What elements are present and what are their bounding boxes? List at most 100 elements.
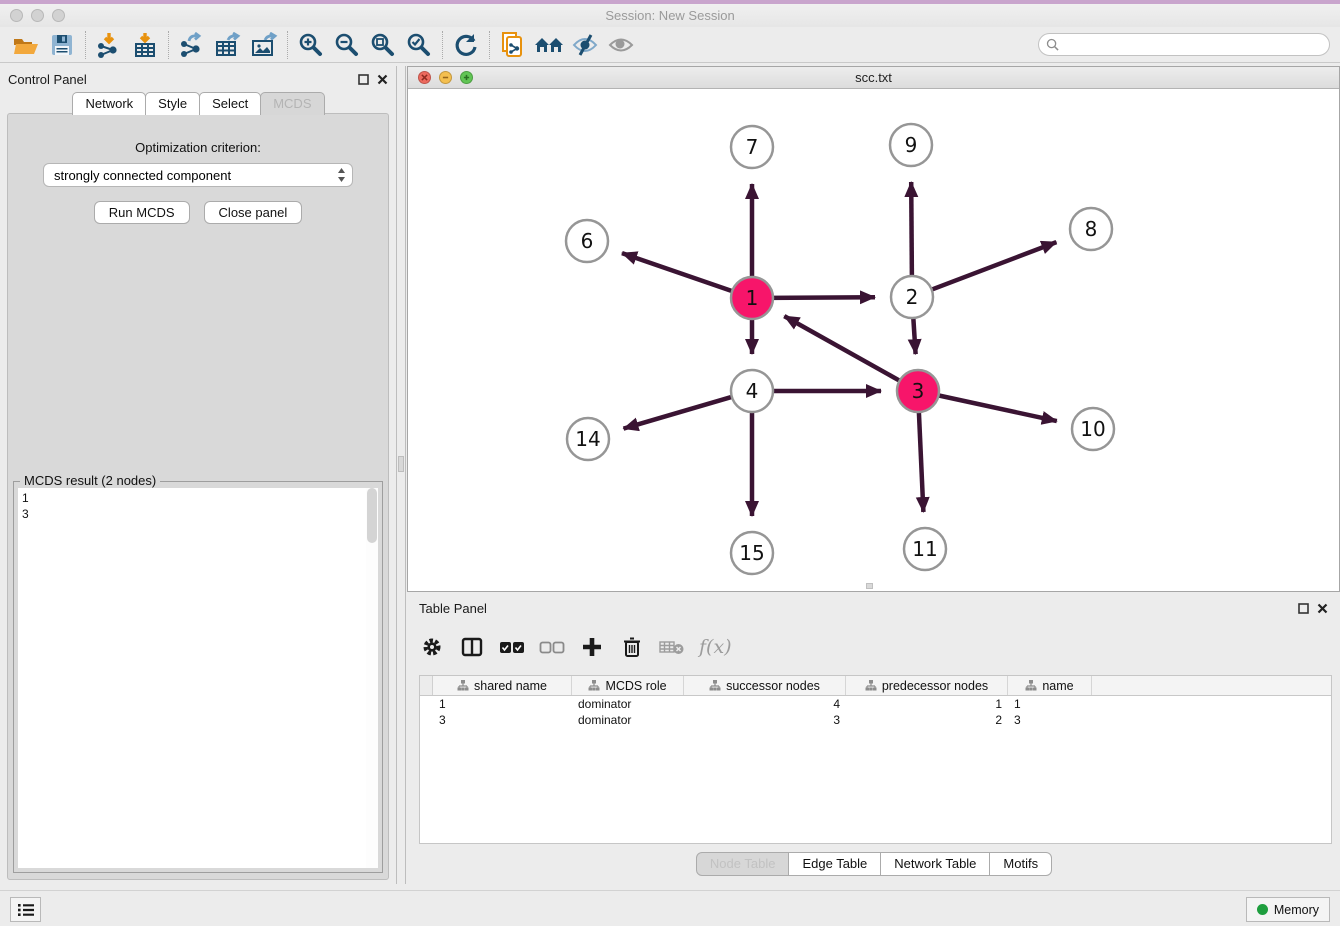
table-cell[interactable]: 3 (1008, 712, 1092, 728)
column-header-name[interactable]: name (1008, 676, 1092, 695)
tab-style[interactable]: Style (145, 92, 200, 115)
zoom-fit-button[interactable] (365, 29, 401, 61)
graph-edge-3-1[interactable] (784, 316, 901, 382)
tab-network[interactable]: Network (72, 92, 146, 115)
home-networks-button[interactable] (531, 29, 567, 61)
graph-edge-1-2[interactable] (771, 297, 875, 298)
show-graphics-details-button[interactable] (603, 29, 639, 61)
table-row[interactable]: 3dominator323 (420, 712, 1331, 728)
tab-select[interactable]: Select (199, 92, 261, 115)
splitter-grip[interactable] (398, 456, 404, 472)
export-image-button[interactable] (246, 29, 282, 61)
delete-column-button[interactable] (619, 634, 645, 660)
graph-node-3[interactable]: 3 (897, 370, 939, 412)
graph-node-7[interactable]: 7 (731, 126, 773, 168)
zoom-out-button[interactable] (329, 29, 365, 61)
tab-node-table[interactable]: Node Table (696, 852, 790, 876)
export-network-button[interactable] (174, 29, 210, 61)
table-panel: Table Panel (407, 595, 1340, 884)
table-cell[interactable]: 3 (433, 712, 572, 728)
import-table-button[interactable] (127, 29, 163, 61)
graph-edge-2-8[interactable] (930, 242, 1057, 290)
run-mcds-button[interactable]: Run MCDS (94, 201, 190, 224)
import-network-button[interactable] (91, 29, 127, 61)
tab-motifs[interactable]: Motifs (989, 852, 1052, 876)
graph-node-1[interactable]: 1 (731, 277, 773, 319)
mcds-result-scrollbar[interactable] (366, 488, 378, 868)
search-input[interactable] (1063, 38, 1329, 52)
tab-mcds[interactable]: MCDS (260, 92, 324, 115)
graph-node-15[interactable]: 15 (731, 532, 773, 574)
network-canvas[interactable]: 1 2 3 4 6 7 8 9 10 11 14 15 (408, 89, 1339, 591)
tab-network-table[interactable]: Network Table (880, 852, 990, 876)
home-houses-icon (533, 33, 565, 57)
network-graph: 1 2 3 4 6 7 8 9 10 11 14 15 (408, 89, 1339, 592)
refresh-network-button[interactable] (448, 29, 484, 61)
scrollbar-thumb[interactable] (367, 488, 377, 543)
graph-edge-2-9[interactable] (911, 182, 912, 278)
optimization-criterion-select[interactable]: strongly connected component (43, 163, 353, 187)
new-network-from-selection-button[interactable] (495, 29, 531, 61)
graph-edge-3-10[interactable] (937, 395, 1057, 421)
function-builder-button[interactable]: f(x) (699, 634, 732, 660)
float-panel-icon[interactable] (358, 74, 369, 85)
column-header-shared-name[interactable]: shared name (433, 676, 572, 695)
task-history-button[interactable] (10, 897, 41, 922)
column-header-MCDS-role[interactable]: MCDS role (572, 676, 684, 695)
table-cell[interactable]: 3 (684, 712, 846, 728)
mcds-result-fieldset: MCDS result (2 nodes) 1 3 (13, 481, 383, 873)
toolbar-separator (442, 31, 443, 59)
tab-edge-table[interactable]: Edge Table (788, 852, 881, 876)
panel-splitter[interactable] (396, 66, 406, 884)
svg-text:11: 11 (912, 537, 937, 561)
zoom-in-button[interactable] (293, 29, 329, 61)
network-window-titlebar[interactable]: scc.txt (408, 67, 1339, 89)
table-cell[interactable]: dominator (572, 696, 684, 712)
unchecked-checkboxes-icon (539, 641, 565, 654)
close-panel-icon[interactable] (377, 74, 388, 85)
hide-graphics-details-button[interactable] (567, 29, 603, 61)
add-column-button[interactable] (579, 634, 605, 660)
table-row[interactable]: 1dominator411 (420, 696, 1331, 712)
graph-node-11[interactable]: 11 (904, 528, 946, 570)
graph-node-6[interactable]: 6 (566, 220, 608, 262)
column-header-filler (1092, 676, 1331, 695)
graph-node-4[interactable]: 4 (731, 370, 773, 412)
save-session-button[interactable] (44, 29, 80, 61)
graph-edge-2-3[interactable] (913, 316, 915, 354)
float-table-panel-icon[interactable] (1298, 603, 1309, 614)
graph-node-2[interactable]: 2 (891, 276, 933, 318)
table-cell[interactable]: 2 (846, 712, 1008, 728)
zoom-selected-button[interactable] (401, 29, 437, 61)
memory-button[interactable]: Memory (1246, 897, 1330, 922)
column-header-predecessor-nodes[interactable]: predecessor nodes (846, 676, 1008, 695)
export-table-button[interactable] (210, 29, 246, 61)
delete-table-button[interactable] (659, 634, 685, 660)
graph-edge-3-11[interactable] (919, 410, 924, 512)
svg-text:3: 3 (912, 379, 925, 403)
graph-node-8[interactable]: 8 (1070, 208, 1112, 250)
dropdown-stepper-icon (337, 167, 346, 183)
table-cell[interactable]: 1 (433, 696, 572, 712)
graph-edge-1-6[interactable] (622, 253, 734, 292)
optimization-criterion-value: strongly connected component (54, 168, 337, 183)
close-table-panel-icon[interactable] (1317, 603, 1328, 614)
graph-node-9[interactable]: 9 (890, 124, 932, 166)
toggle-column-layout-button[interactable] (459, 634, 485, 660)
column-settings-button[interactable] (419, 634, 445, 660)
graph-node-14[interactable]: 14 (567, 418, 609, 460)
deselect-all-columns-button[interactable] (539, 634, 565, 660)
table-cell[interactable]: 1 (1008, 696, 1092, 712)
eye-icon (607, 33, 635, 57)
table-cell[interactable]: 1 (846, 696, 1008, 712)
close-panel-button[interactable]: Close panel (204, 201, 303, 224)
table-panel-title: Table Panel (419, 601, 1298, 616)
open-session-button[interactable] (8, 29, 44, 61)
column-header-successor-nodes[interactable]: successor nodes (684, 676, 846, 695)
table-cell[interactable]: 4 (684, 696, 846, 712)
graph-node-10[interactable]: 10 (1072, 408, 1114, 450)
table-cell[interactable]: dominator (572, 712, 684, 728)
network-resize-grip[interactable] (866, 583, 873, 589)
graph-edge-4-14[interactable] (624, 396, 734, 428)
select-all-columns-button[interactable] (499, 634, 525, 660)
